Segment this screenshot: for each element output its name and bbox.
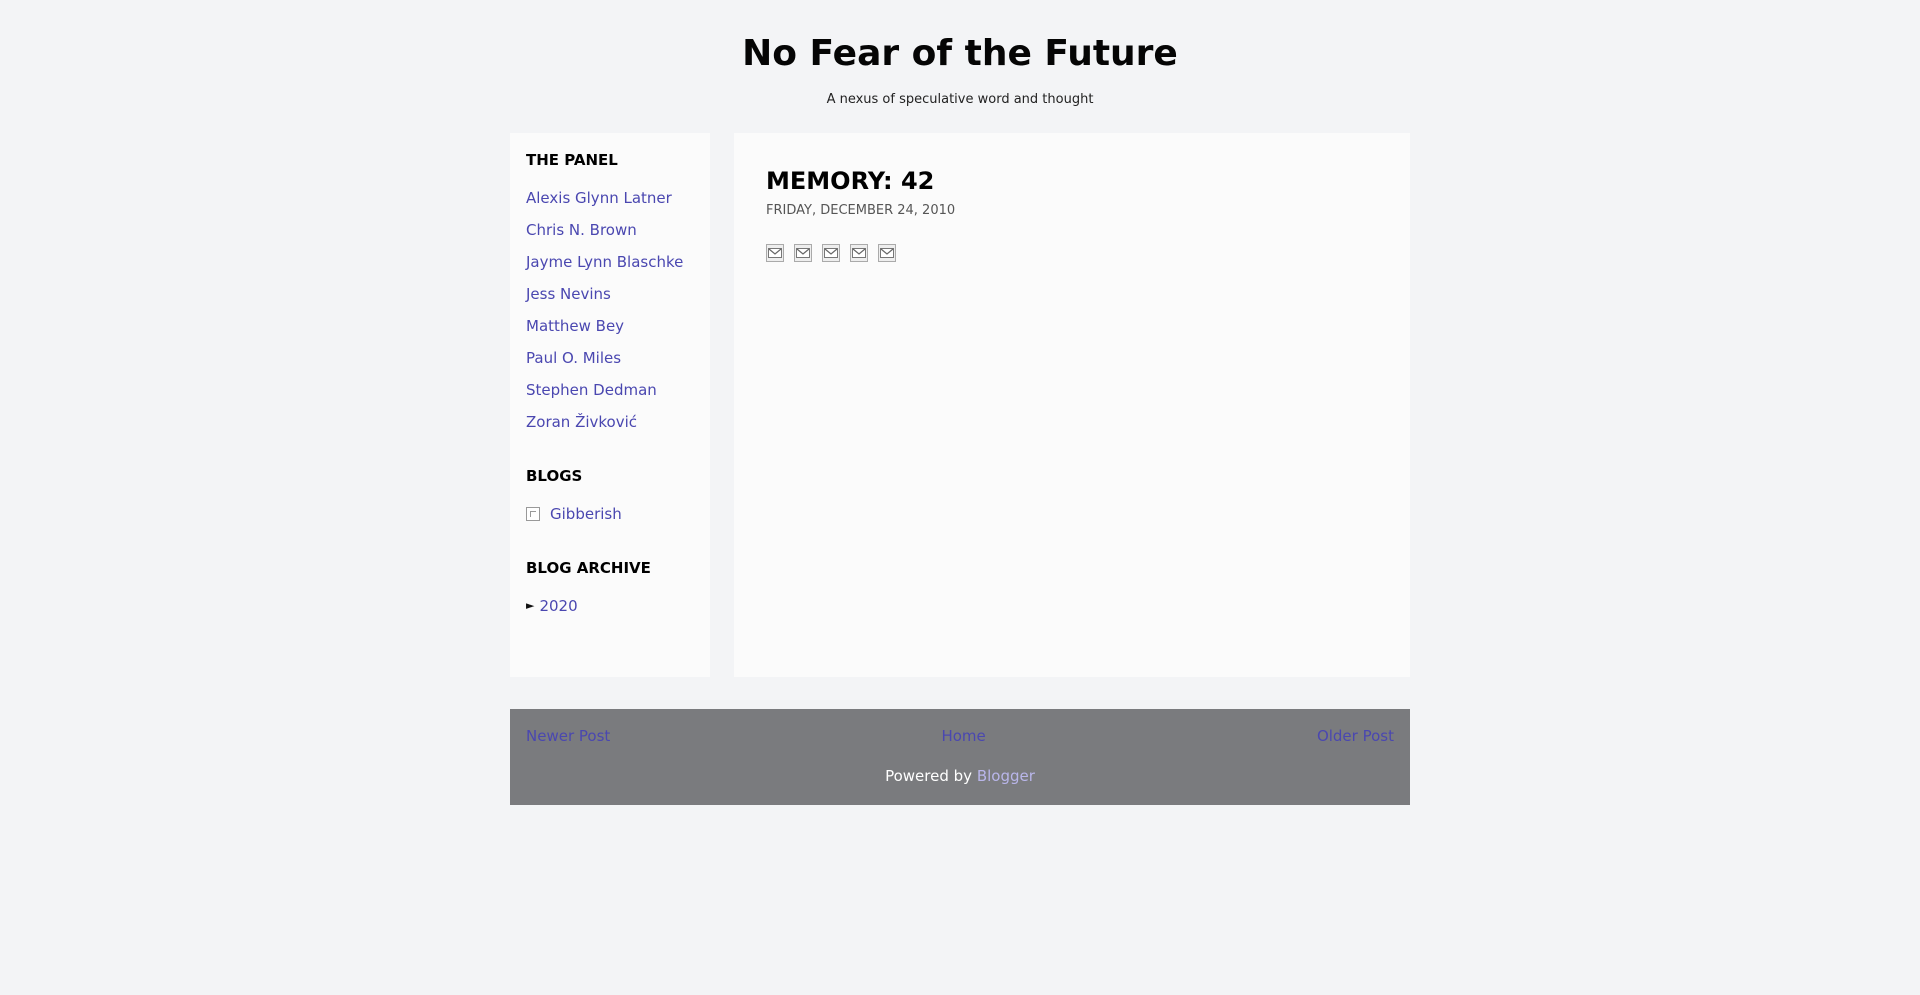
panel-link[interactable]: Matthew Bey: [526, 317, 624, 335]
blog-link[interactable]: Gibberish: [550, 505, 622, 523]
blog-favicon-icon: [526, 507, 540, 521]
list-item: Matthew Bey: [526, 317, 694, 335]
list-item: Jess Nevins: [526, 285, 694, 303]
older-post-link[interactable]: Older Post: [1317, 727, 1394, 745]
twitter-icon[interactable]: [822, 244, 840, 262]
panel-list: Alexis Glynn Latner Chris N. Brown Jayme…: [526, 189, 694, 431]
list-item: ► 2020: [526, 597, 694, 615]
list-item: Gibberish: [526, 505, 694, 523]
post-title[interactable]: MEMORY: 42: [766, 167, 1378, 195]
archive-year-link[interactable]: 2020: [539, 597, 577, 615]
panel-link[interactable]: Chris N. Brown: [526, 221, 637, 239]
list-item: Chris N. Brown: [526, 221, 694, 239]
main-content: MEMORY: 42 Friday, December 24, 2010: [734, 133, 1410, 677]
post-pager: Newer Post Home Older Post: [526, 727, 1394, 745]
panel-link[interactable]: Jayme Lynn Blaschke: [526, 253, 683, 271]
pinterest-icon[interactable]: [878, 244, 896, 262]
panel-link[interactable]: Zoran Živković: [526, 413, 637, 431]
list-item: Stephen Dedman: [526, 381, 694, 399]
list-item: Jayme Lynn Blaschke: [526, 253, 694, 271]
blog-header: No Fear of the Future A nexus of specula…: [0, 0, 1920, 107]
blog-description: A nexus of speculative word and thought: [826, 92, 1094, 107]
blogger-link[interactable]: Blogger: [977, 767, 1035, 785]
blogs-heading: Blogs: [526, 467, 583, 485]
share-buttons: [766, 244, 1378, 262]
newer-post-link[interactable]: Newer Post: [526, 727, 610, 745]
facebook-icon[interactable]: [850, 244, 868, 262]
powered-by-label: Powered by: [885, 767, 977, 785]
archive-heading: Blog Archive: [526, 559, 651, 577]
powered-by: Powered by Blogger: [526, 767, 1394, 785]
blog-this-icon[interactable]: [794, 244, 812, 262]
expand-arrow-icon[interactable]: ►: [526, 597, 534, 615]
list-item: Zoran Živković: [526, 413, 694, 431]
panel-heading: The Panel: [526, 151, 618, 169]
panel-link[interactable]: Alexis Glynn Latner: [526, 189, 672, 207]
panel-link[interactable]: Jess Nevins: [526, 285, 611, 303]
home-link[interactable]: Home: [941, 727, 985, 745]
panel-link[interactable]: Stephen Dedman: [526, 381, 657, 399]
list-item: Paul O. Miles: [526, 349, 694, 367]
sidebar: The Panel Alexis Glynn Latner Chris N. B…: [510, 133, 710, 677]
panel-link[interactable]: Paul O. Miles: [526, 349, 621, 367]
post-date: Friday, December 24, 2010: [766, 203, 956, 218]
email-icon[interactable]: [766, 244, 784, 262]
archive-list: ► 2020: [526, 597, 694, 615]
footer: Newer Post Home Older Post Powered by Bl…: [510, 709, 1410, 805]
blog-title[interactable]: No Fear of the Future: [0, 32, 1920, 76]
list-item: Alexis Glynn Latner: [526, 189, 694, 207]
blogs-list: Gibberish: [526, 505, 694, 523]
